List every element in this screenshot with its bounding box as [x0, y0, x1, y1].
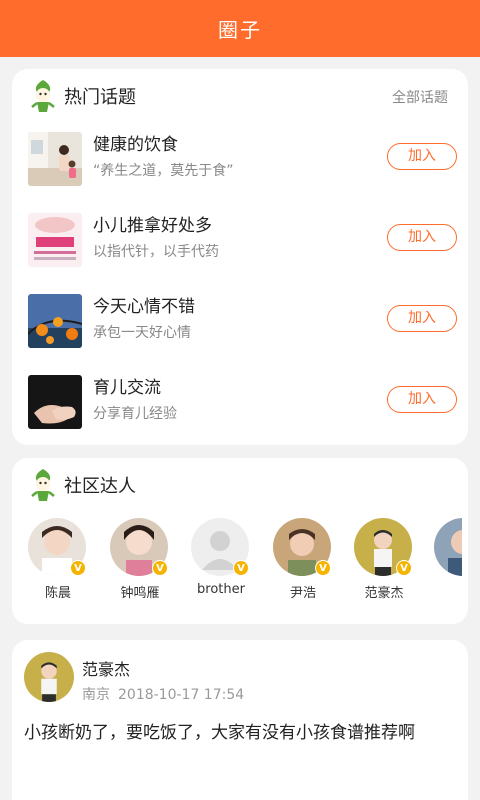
post-meta: 南京 2018-10-17 17:54: [82, 684, 244, 704]
join-button[interactable]: 加入: [387, 143, 457, 170]
mascot-icon: [30, 79, 56, 113]
expert-item[interactable]: V 范豪杰: [354, 518, 414, 601]
expert-name: 范豪杰: [364, 586, 404, 601]
avatar[interactable]: [24, 652, 74, 702]
topic-thumbnail-hands: [28, 375, 82, 429]
experts-list: V 陈晨 V 钟鸣雁 V brother V 尹浩 V 范豪杰: [26, 518, 468, 608]
verified-badge-icon: V: [152, 560, 168, 576]
topic-item[interactable]: 育儿交流 分享育儿经验 加入: [28, 375, 468, 435]
topic-description: “养生之道，莫先于食”: [93, 163, 234, 179]
top-bar: 圈子: [0, 0, 480, 57]
expert-item[interactable]: V 陈晨: [28, 518, 88, 601]
verified-badge-icon: V: [396, 560, 412, 576]
post-text: 小孩断奶了，要吃饭了，大家有没有小孩食谱推荐啊: [24, 723, 415, 743]
hot-topics-card: 热门话题 全部话题 健康的饮食 “养生之道，莫先于食” 加入 小儿推拿好处多 以…: [12, 69, 468, 445]
page-title: 圈子: [218, 18, 262, 42]
verified-badge-icon: V: [233, 560, 249, 576]
hot-topics-title: 热门话题: [64, 87, 136, 108]
verified-badge-icon: V: [315, 560, 331, 576]
community-experts-card: 社区达人 V 陈晨 V 钟鸣雁 V brother V 尹浩 V 范豪杰: [12, 458, 468, 624]
experts-title: 社区达人: [64, 476, 136, 497]
topic-description: 承包一天好心情: [93, 325, 191, 341]
hot-topics-header: 热门话题 全部话题: [12, 69, 468, 123]
topic-item[interactable]: 小儿推拿好处多 以指代针，以手代药 加入: [28, 213, 468, 273]
join-button[interactable]: 加入: [387, 386, 457, 413]
expert-name: 陈晨: [44, 586, 71, 601]
topic-item[interactable]: 健康的饮食 “养生之道，莫先于食” 加入: [28, 132, 468, 192]
expert-item[interactable]: V 尹浩: [273, 518, 333, 601]
topic-thumbnail-massage: [28, 213, 82, 267]
experts-header: 社区达人: [12, 458, 468, 512]
post-card[interactable]: 范豪杰 南京 2018-10-17 17:54 小孩断奶了，要吃饭了，大家有没有小…: [12, 640, 468, 800]
topic-title: 小儿推拿好处多: [93, 216, 212, 236]
topic-thumbnail-kitchen: [28, 132, 82, 186]
expert-name: 钟鸣雁: [120, 586, 160, 601]
topic-title: 今天心情不错: [93, 297, 195, 317]
topic-thumbnail-flowers: [28, 294, 82, 348]
join-button[interactable]: 加入: [387, 305, 457, 332]
expert-item[interactable]: 邝: [434, 518, 462, 576]
mascot-icon: [30, 468, 56, 502]
topic-description: 分享育儿经验: [93, 406, 177, 422]
verified-badge-icon: V: [70, 560, 86, 576]
expert-item[interactable]: V 钟鸣雁: [110, 518, 170, 601]
expert-item[interactable]: V brother: [191, 518, 251, 597]
all-topics-link[interactable]: 全部话题: [392, 87, 448, 107]
topic-title: 健康的饮食: [93, 135, 178, 155]
post-location: 南京: [82, 687, 110, 703]
expert-name: 尹浩: [289, 586, 316, 601]
join-button[interactable]: 加入: [387, 224, 457, 251]
avatar: [434, 518, 462, 576]
expert-name: brother: [197, 582, 245, 597]
topic-item[interactable]: 今天心情不错 承包一天好心情 加入: [28, 294, 468, 354]
topic-title: 育儿交流: [93, 378, 161, 398]
topic-description: 以指代针，以手代药: [93, 244, 219, 260]
post-time: 2018-10-17 17:54: [118, 687, 245, 703]
post-author[interactable]: 范豪杰: [82, 656, 130, 680]
